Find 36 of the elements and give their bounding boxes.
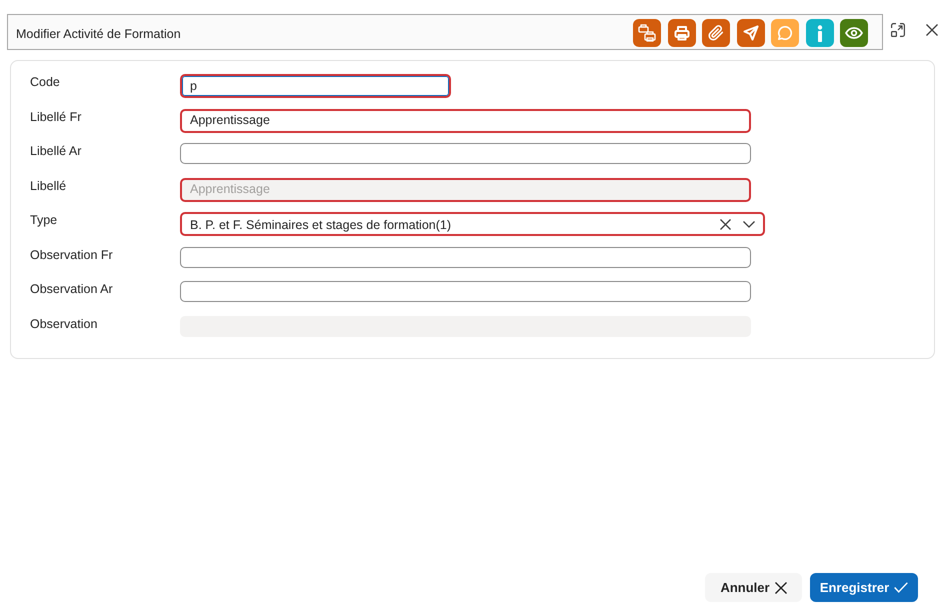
stacked-printers-icon: [638, 24, 656, 42]
check-icon: [894, 582, 908, 593]
clear-icon[interactable]: [720, 218, 731, 230]
paper-plane-icon: [742, 25, 758, 41]
send-button[interactable]: [736, 19, 764, 47]
text-input[interactable]: [180, 143, 751, 164]
field-label: Code: [29, 74, 61, 91]
field-label: Observation Ar: [29, 281, 114, 298]
info-icon: [816, 24, 822, 42]
close-icon: [774, 582, 787, 594]
print-button[interactable]: [668, 19, 696, 47]
info-button[interactable]: [806, 19, 834, 47]
text-input[interactable]: [180, 281, 751, 302]
cancel-button[interactable]: Annuler: [705, 573, 802, 602]
paperclip-icon: [708, 25, 724, 41]
eye-icon: [845, 27, 863, 39]
print-batch-button[interactable]: [633, 19, 661, 47]
field-label: Libellé: [29, 178, 68, 194]
attach-button[interactable]: [702, 19, 730, 47]
field-label: Libellé Ar: [29, 143, 82, 160]
view-button[interactable]: [840, 19, 868, 47]
field-label: Observation Fr: [29, 246, 114, 264]
save-button[interactable]: Enregistrer: [810, 573, 918, 602]
field-label: Type: [29, 212, 58, 229]
field-label: Observation: [29, 316, 98, 332]
expand-icon[interactable]: [891, 23, 905, 37]
field-label: Libellé Fr: [29, 108, 82, 126]
window-title: Modifier Activité de Formation: [16, 26, 181, 43]
printer-icon: [674, 25, 690, 41]
text-input[interactable]: p: [180, 74, 451, 98]
text-input[interactable]: Apprentissage: [180, 108, 751, 132]
close-icon[interactable]: [926, 24, 938, 36]
text-input[interactable]: [180, 246, 751, 268]
chevron-down-icon[interactable]: [743, 220, 755, 228]
type-select[interactable]: B. P. et F. Séminaires et stages de formation(1): [180, 212, 765, 236]
speech-bubble-icon: [777, 25, 793, 41]
